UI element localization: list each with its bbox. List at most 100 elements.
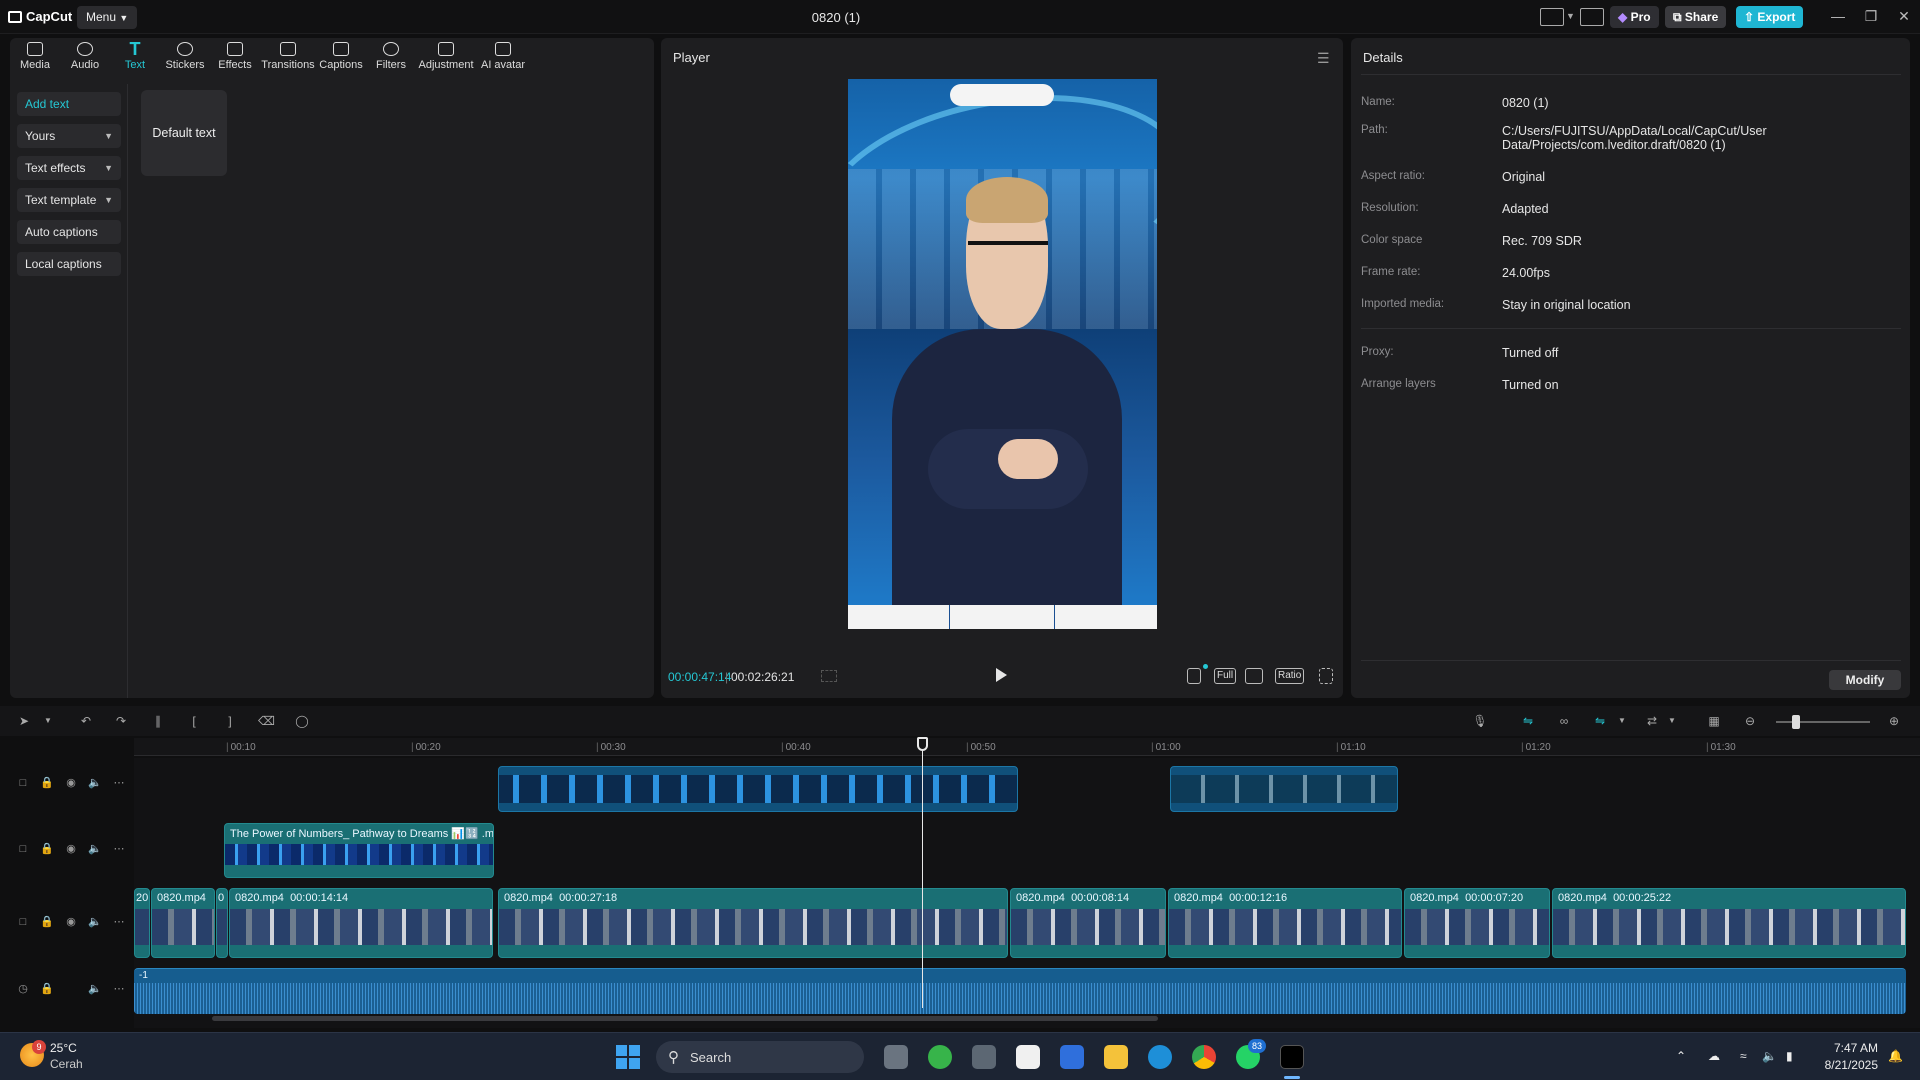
tab-audio[interactable]: Audio: [60, 38, 110, 80]
main-clip-3[interactable]: 0: [216, 888, 228, 958]
store-icon[interactable]: [1060, 1045, 1084, 1069]
main-clip-8[interactable]: 0820.mp4 00:00:07:20: [1404, 888, 1550, 958]
chevron-down-icon[interactable]: ▼: [1664, 714, 1680, 728]
zoom-out-icon[interactable]: ⊖: [1742, 714, 1758, 728]
video-preview[interactable]: [848, 79, 1157, 629]
playhead[interactable]: [922, 738, 923, 1008]
lock-icon[interactable]: 🔒: [40, 982, 54, 996]
onedrive-icon[interactable]: ☁: [1708, 1049, 1720, 1063]
ratio-button[interactable]: Ratio: [1275, 668, 1305, 684]
shortcut-icon[interactable]: [1580, 8, 1604, 26]
player-menu-icon[interactable]: ☰: [1317, 50, 1330, 67]
main-clip-6[interactable]: 0820.mp4 00:00:08:14: [1010, 888, 1166, 958]
export-button[interactable]: ⇧ Export: [1736, 6, 1804, 28]
layout-icon[interactable]: [1540, 8, 1564, 26]
main-clip-1[interactable]: 20: [134, 888, 150, 958]
more-icon[interactable]: ⋯: [112, 842, 126, 856]
eye-icon[interactable]: ◉: [64, 842, 78, 856]
chevron-up-icon[interactable]: ⌃: [1676, 1049, 1686, 1063]
timeline-scrollbar[interactable]: [212, 1016, 1158, 1021]
link-clips-icon[interactable]: ⇋: [1520, 714, 1536, 728]
sidebar-item-yours[interactable]: Yours ▼: [17, 124, 121, 148]
main-clip-9[interactable]: 0820.mp4 00:00:25:22: [1552, 888, 1906, 958]
lock-icon[interactable]: 🔒: [40, 842, 54, 856]
wifi-icon[interactable]: ≈: [1740, 1049, 1747, 1063]
search-bar[interactable]: ⚲ Search: [656, 1041, 864, 1073]
main-clip-4[interactable]: 0820.mp4 00:00:14:14: [229, 888, 493, 958]
tab-transitions[interactable]: Transitions: [260, 38, 316, 80]
weather-temp[interactable]: 25°C: [50, 1041, 77, 1055]
windows-start-icon[interactable]: [616, 1045, 640, 1069]
restore-icon[interactable]: ❐: [1863, 8, 1879, 24]
speaker-icon[interactable]: 🔈: [88, 982, 102, 996]
tab-filters[interactable]: Filters: [366, 38, 416, 80]
snap-icon[interactable]: ∞: [1556, 714, 1572, 728]
overlay-clip-power-of-numbers[interactable]: The Power of Numbers_ Pathway to Dreams …: [224, 823, 494, 878]
layout-chevron-icon[interactable]: ▼: [1566, 11, 1575, 21]
timeline-grid-icon[interactable]: [821, 670, 837, 682]
shield-icon[interactable]: ◯: [294, 714, 310, 728]
close-icon[interactable]: ✕: [1896, 8, 1912, 24]
trim-left-icon[interactable]: [: [186, 714, 202, 728]
track-cover-icon[interactable]: □: [16, 776, 30, 790]
clock-date[interactable]: 8/21/2025: [1808, 1058, 1878, 1072]
file-explorer-icon[interactable]: [1104, 1045, 1128, 1069]
app-green-icon[interactable]: [928, 1045, 952, 1069]
tiktok-preview-icon[interactable]: [1187, 668, 1201, 684]
minimize-icon[interactable]: —: [1830, 8, 1846, 24]
wordpad-icon[interactable]: [1016, 1045, 1040, 1069]
lock-icon[interactable]: 🔒: [40, 776, 54, 790]
eye-icon[interactable]: ◉: [64, 776, 78, 790]
preview-axis-icon[interactable]: ⇋: [1592, 714, 1608, 728]
battery-icon[interactable]: ▮: [1786, 1049, 1793, 1063]
zoom-slider[interactable]: [1776, 721, 1870, 723]
speaker-icon[interactable]: 🔈: [88, 842, 102, 856]
more-icon[interactable]: ⋯: [112, 982, 126, 996]
clock-icon[interactable]: ◷: [16, 982, 30, 996]
tab-ai-avatar[interactable]: AI avatar: [476, 38, 530, 80]
full-button[interactable]: Full: [1214, 668, 1237, 684]
zoom-icon[interactable]: [1245, 668, 1263, 684]
notification-bell-icon[interactable]: 🔔: [1888, 1049, 1903, 1063]
task-view-icon[interactable]: [884, 1045, 908, 1069]
fullscreen-icon[interactable]: [1319, 668, 1333, 684]
trim-right-icon[interactable]: ]: [222, 714, 238, 728]
track-cover-icon[interactable]: □: [16, 842, 30, 856]
sidebar-item-local-captions[interactable]: Local captions: [17, 252, 121, 276]
audio-clip[interactable]: -1: [134, 968, 1906, 1014]
track-cover-icon[interactable]: □: [16, 915, 30, 929]
more-icon[interactable]: ⋯: [112, 776, 126, 790]
sidebar-item-auto-captions[interactable]: Auto captions: [17, 220, 121, 244]
overlay-clip-hexagon[interactable]: [498, 766, 1018, 812]
chevron-down-icon[interactable]: ▼: [1614, 714, 1630, 728]
keyframe-icon[interactable]: ▦: [1706, 714, 1722, 728]
chrome-icon[interactable]: [1192, 1045, 1216, 1069]
tab-text[interactable]: T Text: [110, 38, 160, 80]
speaker-icon[interactable]: 🔈: [88, 776, 102, 790]
more-icon[interactable]: ⋯: [112, 915, 126, 929]
zoom-in-icon[interactable]: ⊕: [1886, 714, 1902, 728]
speaker-icon[interactable]: 🔈: [88, 915, 102, 929]
overlay-clip-space[interactable]: [1170, 766, 1398, 812]
camera-icon[interactable]: [972, 1045, 996, 1069]
cursor-chevron-icon[interactable]: ▼: [40, 714, 56, 728]
timeline-ruler[interactable]: 00:10 00:20 00:30 00:40 00:50 01:00 01:1…: [134, 738, 1920, 756]
clock-time[interactable]: 7:47 AM: [1818, 1041, 1878, 1055]
sidebar-item-add-text[interactable]: Add text: [17, 92, 121, 116]
playhead-handle[interactable]: [917, 737, 928, 751]
tab-effects[interactable]: Effects: [210, 38, 260, 80]
microphone-icon[interactable]: 🎙: [1472, 714, 1488, 728]
sidebar-item-text-template[interactable]: Text template ▼: [17, 188, 121, 212]
eye-icon[interactable]: ◉: [64, 915, 78, 929]
delete-icon[interactable]: ⌫: [258, 714, 275, 728]
sidebar-item-text-effects[interactable]: Text effects ▼: [17, 156, 121, 180]
tab-media[interactable]: Media: [10, 38, 60, 80]
tab-adjustment[interactable]: Adjustment: [416, 38, 476, 80]
pro-button[interactable]: ◆ Pro: [1610, 6, 1659, 28]
weather-desc[interactable]: Cerah: [50, 1057, 83, 1071]
play-icon[interactable]: [996, 668, 1007, 682]
default-text-card[interactable]: Default text: [141, 90, 227, 176]
tab-captions[interactable]: Captions: [316, 38, 366, 80]
capcut-taskbar-icon[interactable]: [1280, 1045, 1304, 1069]
lock-icon[interactable]: 🔒: [40, 915, 54, 929]
